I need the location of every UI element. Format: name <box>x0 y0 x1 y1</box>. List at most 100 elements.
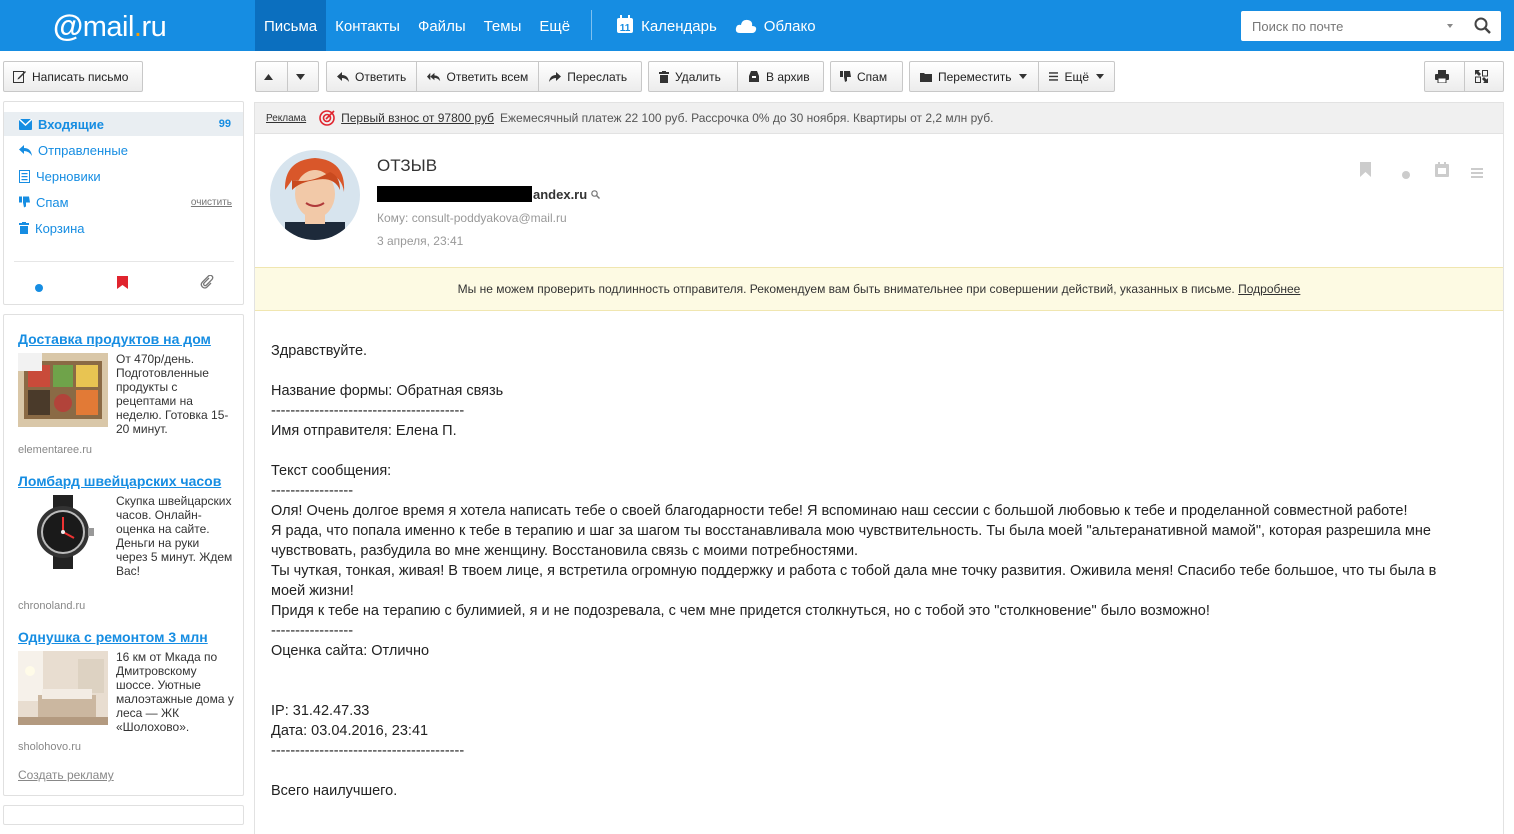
ad-label[interactable]: Реклама <box>266 113 306 124</box>
move-dropdown[interactable]: Переместить <box>910 62 1038 91</box>
spam-button[interactable]: Спам <box>830 61 903 92</box>
folder-sent-label: Отправленные <box>38 142 128 158</box>
nav-files[interactable]: Файлы <box>409 0 475 51</box>
navigation-arrows <box>255 61 319 92</box>
nav-more[interactable]: Ещё <box>530 0 579 51</box>
message-line: Дата: 03.04.2016, 23:41 <box>271 723 429 739</box>
mailru-logo[interactable]: @mail.ru <box>53 8 167 44</box>
folder-spam[interactable]: Спам очистить <box>4 190 243 214</box>
reply-all-label: Ответить всем <box>446 69 529 84</box>
message-line: Название формы: Обратная связь <box>271 383 504 399</box>
delete-button[interactable]: Удалить <box>649 62 737 91</box>
compose-button[interactable]: Написать письмо <box>3 61 143 92</box>
previous-letter-button[interactable] <box>256 62 287 91</box>
filter-unread-dot-icon[interactable] <box>35 279 43 297</box>
next-letter-button[interactable] <box>287 62 318 91</box>
folder-inbox-label: Входящие <box>38 116 104 132</box>
sender-warning-banner: Мы не можем проверить подлинность отправ… <box>255 267 1503 311</box>
message-line: ----------------- <box>271 483 354 499</box>
ad-banner-link[interactable]: Первый взнос от 97800 руб <box>341 111 494 125</box>
message-line <box>271 441 1481 461</box>
nav-calendar[interactable]: 11 Календарь <box>604 0 726 51</box>
bookmark-icon[interactable] <box>1360 162 1371 182</box>
message-line: Имя отправителя: Елена П. <box>271 423 457 439</box>
nav-cloud[interactable]: Облако <box>726 0 825 51</box>
search-sender-icon[interactable] <box>591 189 601 199</box>
message-line <box>271 661 1481 681</box>
reply-label: Ответить <box>355 69 407 84</box>
message-subject: ОТЗЫВ <box>377 156 438 175</box>
reply-all-button[interactable]: Ответить всем <box>416 62 538 91</box>
fullscreen-icon <box>1474 70 1488 83</box>
ad-title-link[interactable]: Ломбард швейцарских часов <box>18 473 221 489</box>
ad-image-apartment[interactable] <box>18 651 108 725</box>
calendar-event-icon[interactable] <box>1435 162 1449 182</box>
filter-flagged-icon[interactable] <box>117 276 128 294</box>
folder-sent[interactable]: Отправленные <box>4 138 243 162</box>
archive-button[interactable]: В архив <box>736 62 823 91</box>
sender-avatar[interactable] <box>270 150 360 240</box>
reply-button[interactable]: Ответить <box>327 62 416 91</box>
more-label: Ещё <box>1064 69 1089 84</box>
ad-banner-text: Ежемесячный платеж 22 100 руб. Рассрочка… <box>500 111 994 125</box>
folder-list: Входящие 99 Отправленные Черновики Спам … <box>3 101 244 305</box>
thumbs-down-icon <box>19 196 30 208</box>
svg-text:11: 11 <box>620 23 631 34</box>
message-line: IP: 31.42.47.33 <box>271 703 370 719</box>
nav-themes[interactable]: Темы <box>475 0 531 51</box>
top-ad-banner: Реклама Первый взнос от 97800 руб Ежемес… <box>254 102 1504 134</box>
move-more-group: Переместить Ещё <box>909 61 1115 92</box>
print-expand-group <box>1424 61 1504 92</box>
message-line: Оля! Очень долгое время я хотела написат… <box>271 503 1408 519</box>
ad-description: Скупка швейцарских часов. Онлайн-оценка … <box>116 494 233 578</box>
folder-drafts[interactable]: Черновики <box>4 164 243 188</box>
ad-title-link[interactable]: Однушка с ремонтом 3 млн <box>18 629 208 645</box>
forward-button[interactable]: Переслать <box>538 62 641 91</box>
nav-letters[interactable]: Письма <box>255 0 327 51</box>
menu-icon <box>1049 72 1059 81</box>
nav-divider <box>591 10 593 40</box>
search-options-chevron-icon[interactable] <box>1447 24 1453 28</box>
unread-count-badge: 99 <box>218 118 231 130</box>
ad-domain: elementaree.ru <box>18 444 92 456</box>
delete-label: Удалить <box>675 69 721 84</box>
warning-more-link[interactable]: Подробнее <box>1238 282 1300 296</box>
ad-image-watch[interactable] <box>18 495 108 569</box>
nav-contacts[interactable]: Контакты <box>326 0 409 51</box>
draft-icon <box>19 169 30 183</box>
message-line: Я рада, что попала именно к тебе в терап… <box>271 523 1431 539</box>
filter-attachment-icon[interactable] <box>200 274 214 294</box>
search-placeholder: Поиск по почте <box>1252 19 1344 34</box>
folder-trash[interactable]: Корзина <box>4 216 243 240</box>
compose-label: Написать письмо <box>32 69 129 84</box>
ad-image-food-box[interactable] <box>18 353 108 427</box>
message-line: Придя к тебе на терапию с булимией, я и … <box>271 603 1210 619</box>
create-ad-link[interactable]: Создать рекламу <box>18 768 114 782</box>
message-line: Здравствуйте. <box>271 343 368 359</box>
message-line: ---------------------------------------- <box>271 403 465 419</box>
print-button[interactable] <box>1425 62 1464 91</box>
clear-spam-link[interactable]: очистить <box>191 197 232 208</box>
message-line <box>271 681 1481 701</box>
sidebar-bottom-panel <box>3 805 244 825</box>
more-options-icon[interactable] <box>1471 165 1483 183</box>
search-input[interactable]: Поиск по почте <box>1241 11 1501 41</box>
sender-address[interactable]: andex.ru <box>377 186 601 202</box>
expand-button[interactable] <box>1464 62 1503 91</box>
target-icon <box>319 110 335 126</box>
message-line: Ты чуткая, тонкая, живая! В твоем лице, … <box>271 563 1437 579</box>
unread-dot-icon[interactable] <box>1402 166 1410 184</box>
more-dropdown[interactable]: Ещё <box>1038 62 1114 91</box>
message-view: ОТЗЫВ andex.ru Кому: consult-poddyakova@… <box>254 134 1504 834</box>
message-line: Оценка сайта: Отлично <box>271 643 430 659</box>
trash-icon <box>19 222 29 234</box>
delete-archive-group: Удалить В архив <box>648 61 824 92</box>
chevron-down-icon <box>1096 74 1104 79</box>
ad-title-link[interactable]: Доставка продуктов на дом <box>18 331 211 347</box>
message-body: Здравствуйте. Название формы: Обратная св… <box>271 341 1481 801</box>
message-line: ---------------------------------------- <box>271 743 465 759</box>
folder-inbox[interactable]: Входящие 99 <box>4 112 243 136</box>
sent-arrow-icon <box>19 144 32 156</box>
search-icon[interactable] <box>1474 17 1492 40</box>
ad-domain: chronoland.ru <box>18 600 86 612</box>
